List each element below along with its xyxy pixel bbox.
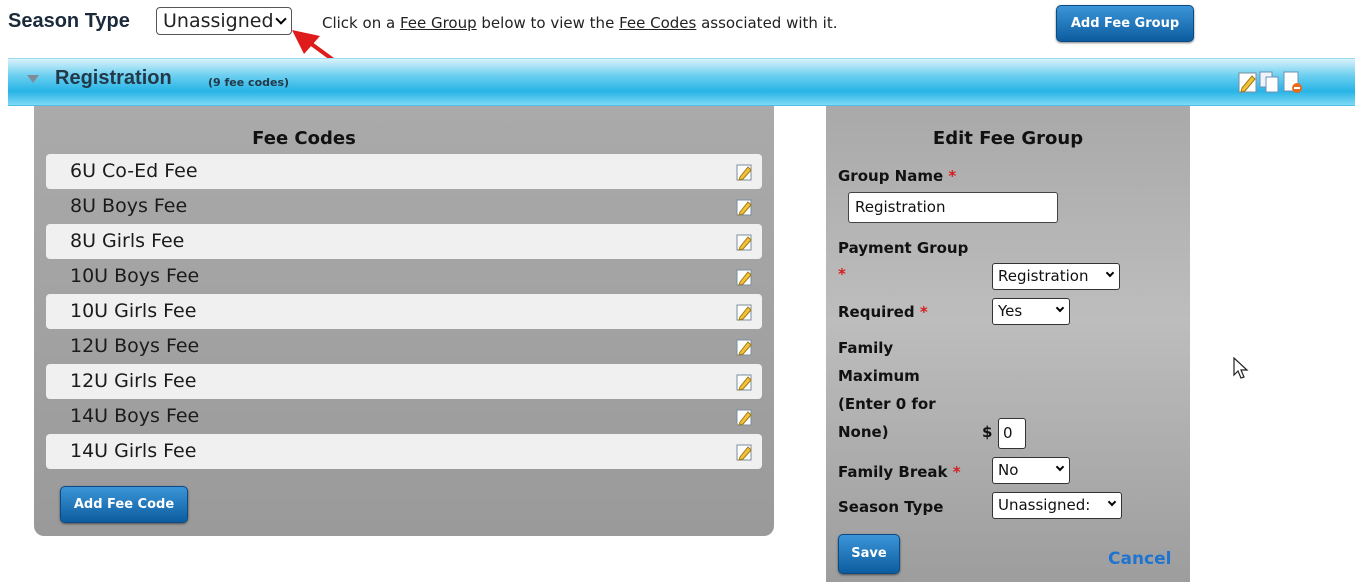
payment-group-value: Registration — [998, 267, 1089, 285]
edit-icon[interactable] — [736, 338, 754, 356]
chevron-down-icon — [275, 13, 287, 25]
group-name-input[interactable]: Registration — [848, 192, 1058, 223]
cancel-link[interactable]: Cancel — [1108, 549, 1171, 569]
family-maximum-input[interactable]: 0 — [998, 418, 1026, 449]
edit-icon[interactable] — [1237, 70, 1259, 94]
fee-codes-link[interactable]: Fee Codes — [619, 14, 696, 32]
add-fee-code-button[interactable]: Add Fee Code — [60, 486, 188, 523]
fee-code-name: 6U Co-Ed Fee — [70, 160, 198, 182]
fee-code-name: 10U Girls Fee — [70, 300, 197, 322]
group-name-label: Group Name * — [838, 163, 956, 189]
season-type-label-edit: Season Type — [838, 498, 944, 516]
season-type-value: Unassigned — [163, 10, 274, 32]
fee-code-name: 10U Boys Fee — [70, 265, 200, 287]
add-fee-group-button[interactable]: Add Fee Group — [1056, 5, 1194, 42]
edit-icon[interactable] — [736, 268, 754, 286]
edit-icon[interactable] — [736, 233, 754, 251]
edit-fee-group-title: Edit Fee Group — [932, 128, 1084, 149]
hint-middle: below to view the — [476, 14, 620, 32]
hint-suffix: associated with it. — [696, 14, 838, 32]
chevron-down-icon — [1055, 303, 1065, 313]
fee-code-name: 12U Girls Fee — [70, 370, 197, 392]
fee-code-row[interactable]: 10U Girls Fee — [46, 294, 762, 329]
family-break-value: No — [998, 461, 1019, 479]
required-value: Yes — [998, 302, 1023, 320]
chevron-down-icon — [1105, 268, 1115, 278]
currency-symbol: $ — [982, 423, 993, 441]
edit-fee-group-panel: Edit Fee Group Group Name * Registration… — [826, 106, 1190, 582]
group-name-label-text: Group Name — [838, 167, 944, 185]
family-max-label-line-2: Maximum — [838, 367, 920, 385]
fee-code-row[interactable]: 6U Co-Ed Fee — [46, 154, 762, 189]
fee-code-name: 14U Boys Fee — [70, 405, 200, 427]
fee-code-row[interactable]: 8U Girls Fee — [46, 224, 762, 259]
season-type-select[interactable]: Unassigned — [156, 7, 292, 35]
fee-code-name: 12U Boys Fee — [70, 335, 200, 357]
copy-icon[interactable] — [1258, 70, 1280, 94]
fee-code-name: 8U Girls Fee — [70, 230, 185, 252]
required-label-text: Required — [838, 303, 915, 321]
family-break-label-text: Family Break — [838, 463, 948, 481]
chevron-down-icon — [1107, 497, 1117, 507]
mouse-cursor-icon — [1233, 357, 1249, 379]
family-break-select[interactable]: No — [992, 457, 1070, 484]
delete-icon[interactable] — [1281, 70, 1303, 94]
fee-codes-title: Fee Codes — [252, 128, 356, 149]
season-type-label: Season Type — [8, 10, 130, 32]
fee-codes-panel: Fee Codes 6U Co-Ed Fee 8U Boys Fee 8U Gi… — [34, 106, 774, 536]
payment-group-label: Payment Group — [838, 239, 969, 257]
required-marker: * — [952, 463, 961, 481]
required-label: Required * — [838, 299, 928, 325]
collapse-triangle-icon[interactable] — [27, 75, 39, 83]
fee-code-row[interactable]: 12U Girls Fee — [46, 364, 762, 399]
required-marker: * — [948, 167, 957, 185]
edit-icon[interactable] — [736, 163, 754, 181]
fee-group-link[interactable]: Fee Group — [400, 14, 477, 32]
fee-code-row[interactable]: 10U Boys Fee — [46, 259, 762, 294]
fee-code-name: 14U Girls Fee — [70, 440, 197, 462]
fee-code-row[interactable]: 14U Girls Fee — [46, 434, 762, 469]
fee-code-row[interactable]: 14U Boys Fee — [46, 399, 762, 434]
required-select[interactable]: Yes — [992, 298, 1070, 325]
edit-icon[interactable] — [736, 373, 754, 391]
edit-icon[interactable] — [736, 303, 754, 321]
fee-code-row[interactable]: 8U Boys Fee — [46, 189, 762, 224]
fee-code-count: (9 fee codes) — [208, 76, 290, 89]
chevron-down-icon — [1055, 462, 1065, 472]
edit-icon[interactable] — [736, 198, 754, 216]
family-max-label-line-3: (Enter 0 for — [838, 395, 936, 413]
fee-code-list: 6U Co-Ed Fee 8U Boys Fee 8U Girls Fee 10… — [46, 154, 762, 469]
save-button[interactable]: Save — [838, 534, 900, 574]
top-bar: Season Type Unassigned Click on a Fee Gr… — [0, 0, 1355, 48]
required-marker: * — [919, 303, 928, 321]
edit-icon[interactable] — [736, 408, 754, 426]
family-max-label-line-4: None) — [838, 423, 889, 441]
payment-group-select[interactable]: Registration — [992, 263, 1120, 290]
required-marker: * — [838, 265, 846, 283]
fee-code-name: 8U Boys Fee — [70, 195, 188, 217]
family-break-label: Family Break * — [838, 459, 961, 485]
family-max-label-line-1: Family — [838, 339, 894, 357]
fee-group-title: Registration — [55, 67, 172, 89]
fee-group-bar-registration[interactable]: Registration (9 fee codes) — [8, 58, 1355, 106]
fee-code-row[interactable]: 12U Boys Fee — [46, 329, 762, 364]
edit-icon[interactable] — [736, 443, 754, 461]
season-type-value-edit: Unassigned: — [998, 496, 1091, 514]
season-type-select-edit[interactable]: Unassigned: — [992, 492, 1122, 519]
